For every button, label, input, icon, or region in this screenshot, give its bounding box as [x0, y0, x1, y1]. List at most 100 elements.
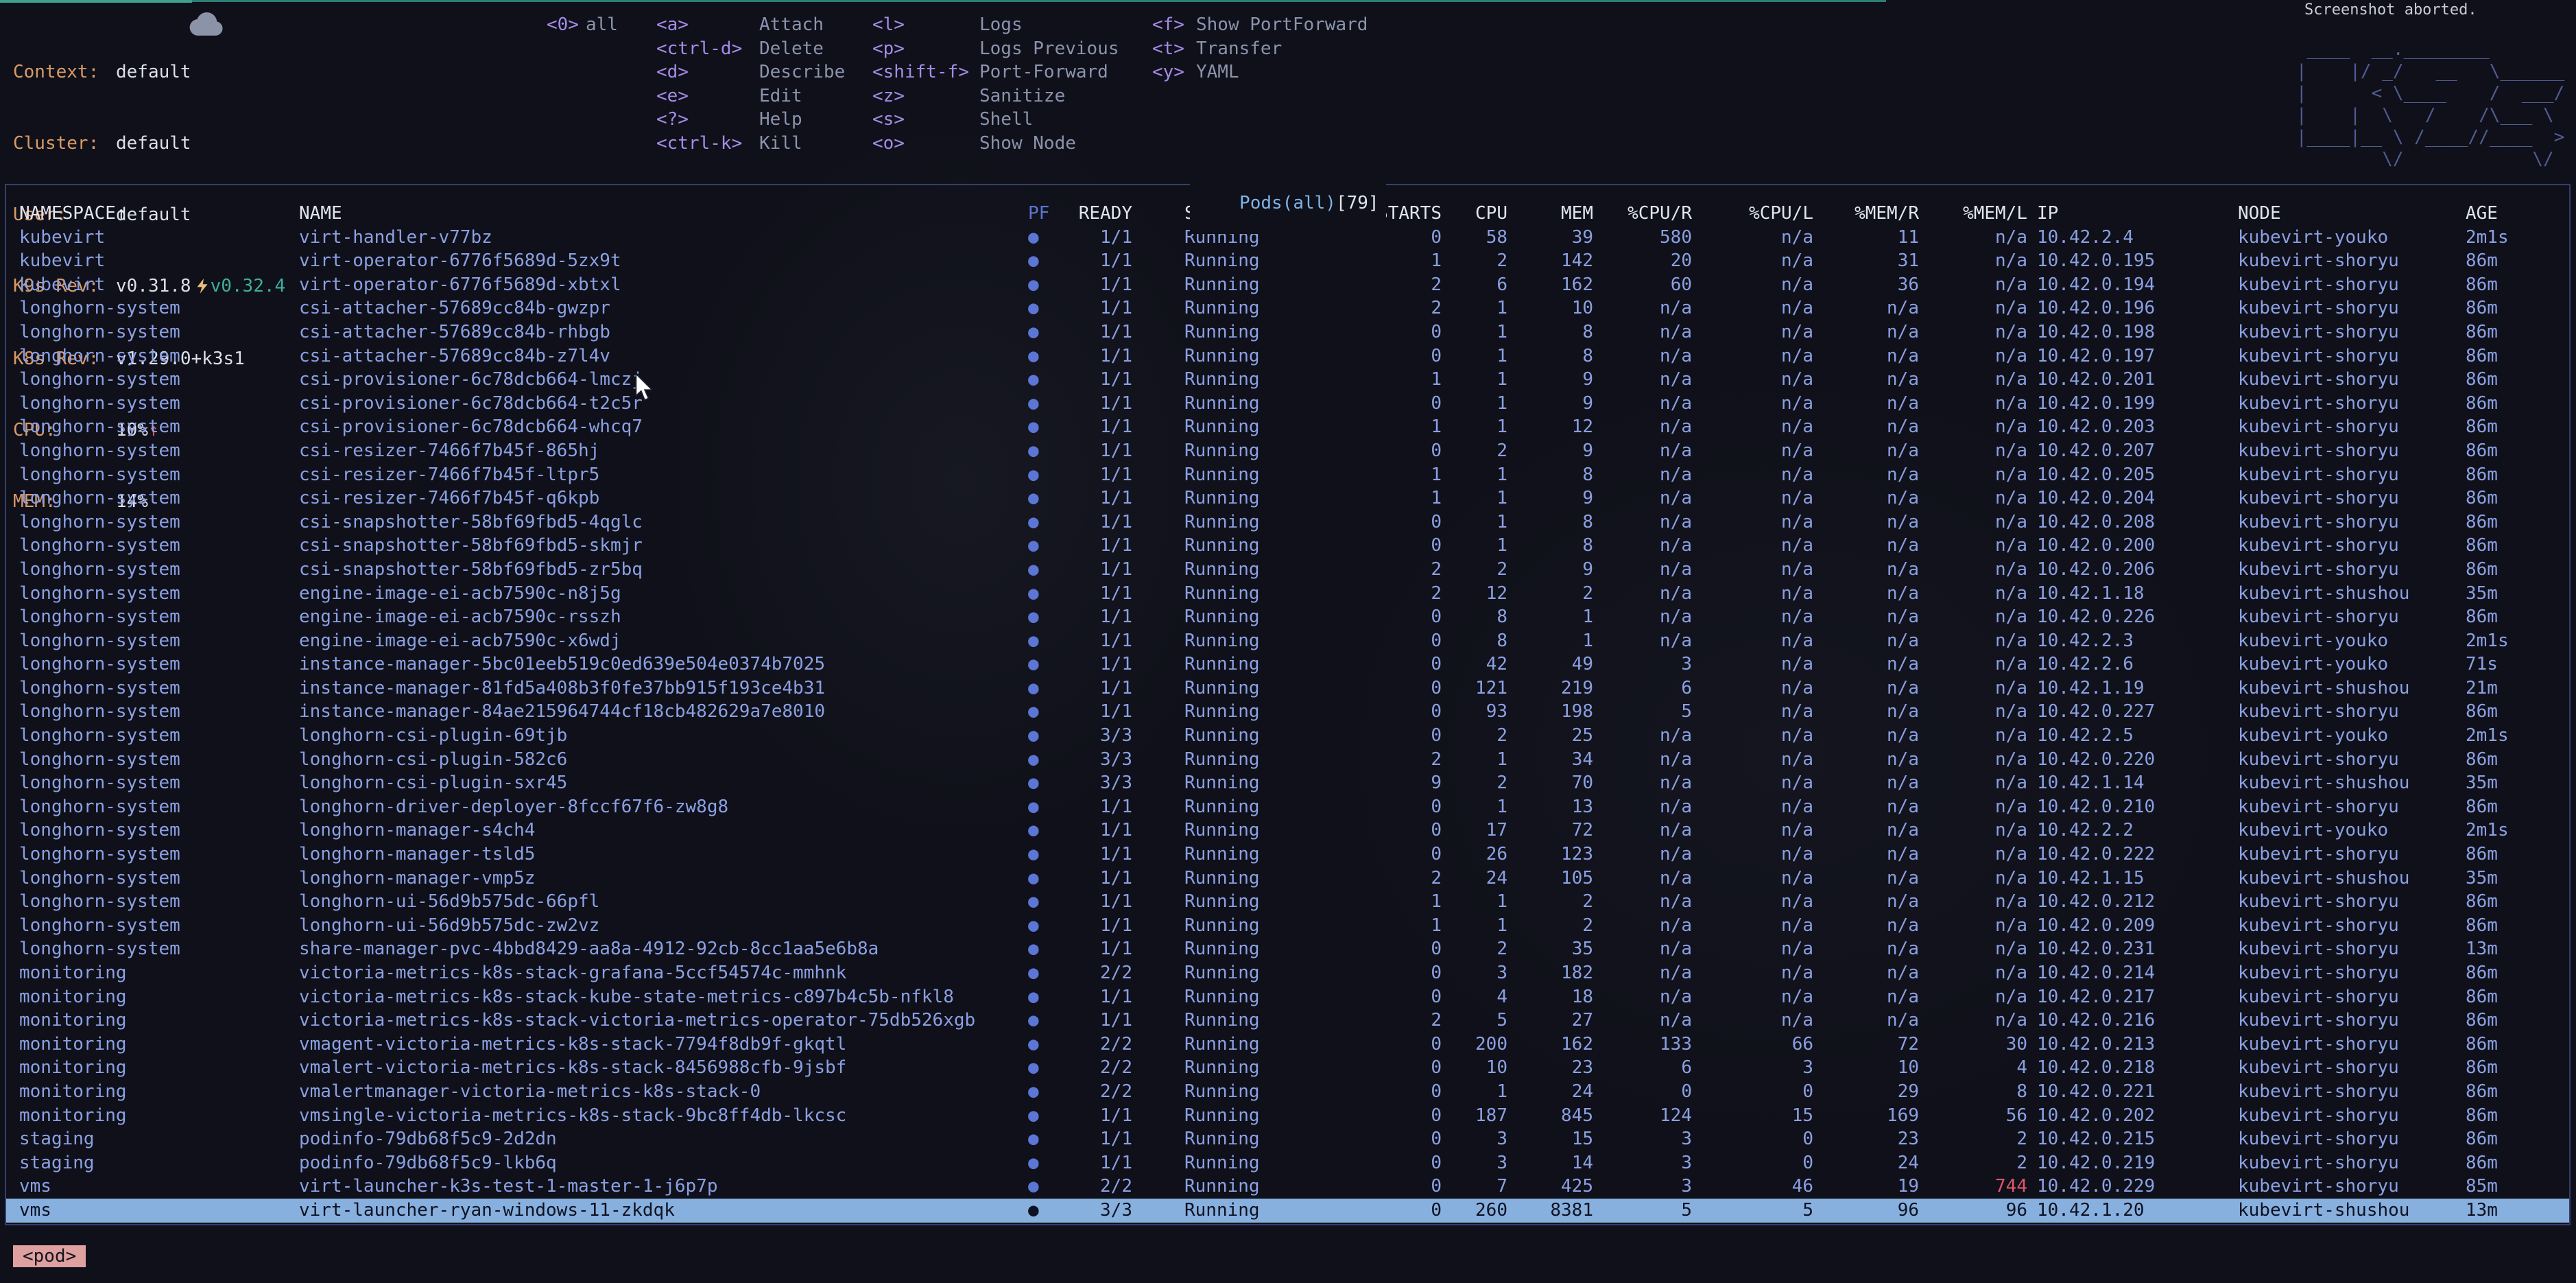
- table-row[interactable]: kubevirtvirt-operator-6776f5689d-xbtxl●1…: [6, 273, 2569, 297]
- pods-table-body: kubevirtvirt-handler-v77bz●1/1Running058…: [6, 226, 2569, 1223]
- column-header[interactable]: CPU: [1442, 202, 1507, 226]
- column-header[interactable]: NAMESPACE↑: [19, 202, 299, 226]
- table-cell: podinfo-79db68f5c9-2d2dn: [299, 1127, 1024, 1151]
- table-row[interactable]: longhorn-systemcsi-provisioner-6c78dcb66…: [6, 368, 2569, 392]
- table-row[interactable]: monitoringvictoria-metrics-k8s-stack-gra…: [6, 961, 2569, 985]
- column-header[interactable]: %CPU/R: [1593, 202, 1692, 226]
- table-cell: n/a: [1919, 249, 2027, 273]
- column-header[interactable]: READY: [1076, 202, 1142, 226]
- table-row[interactable]: longhorn-systemlonghorn-manager-s4ch4●1/…: [6, 819, 2569, 843]
- menu-item[interactable]: <?>Help: [656, 108, 845, 132]
- table-row[interactable]: longhorn-systemcsi-attacher-57689cc84b-r…: [6, 320, 2569, 344]
- table-cell: 0: [1296, 1151, 1442, 1175]
- table-cell: 10.42.0.195: [2027, 249, 2228, 273]
- table-cell: Running: [1142, 320, 1296, 344]
- menu-item[interactable]: <z>Sanitize: [872, 84, 1119, 108]
- table-row[interactable]: longhorn-systemcsi-provisioner-6c78dcb66…: [6, 392, 2569, 416]
- column-header[interactable]: AGE: [2456, 202, 2569, 226]
- menu-item[interactable]: <p>Logs Previous: [872, 37, 1119, 61]
- table-row[interactable]: longhorn-systemlonghorn-ui-56d9b575dc-zw…: [6, 914, 2569, 938]
- table-row[interactable]: longhorn-systemcsi-resizer-7466f7b45f-q6…: [6, 486, 2569, 510]
- table-row[interactable]: longhorn-systemlonghorn-manager-vmp5z●1/…: [6, 867, 2569, 891]
- menu-item[interactable]: <y>YAML: [1152, 60, 1368, 84]
- table-row[interactable]: monitoringvmagent-victoria-metrics-k8s-s…: [6, 1033, 2569, 1057]
- column-header[interactable]: %MEM/L: [1919, 202, 2027, 226]
- table-cell: 27: [1507, 1009, 1593, 1033]
- menu-item[interactable]: <t>Transfer: [1152, 37, 1368, 61]
- table-cell: 3: [1593, 652, 1692, 676]
- menu-item[interactable]: <ctrl-d>Delete: [656, 37, 845, 61]
- table-row[interactable]: monitoringvmsingle-victoria-metrics-k8s-…: [6, 1104, 2569, 1128]
- table-cell: 96: [1813, 1199, 1919, 1223]
- table-cell: 0: [1296, 724, 1442, 748]
- table-cell: 86m: [2456, 605, 2569, 629]
- table-row[interactable]: monitoringvmalertmanager-victoria-metric…: [6, 1080, 2569, 1104]
- ready-dot-icon: ●: [1024, 819, 1076, 843]
- table-row[interactable]: longhorn-systemlonghorn-csi-plugin-582c6…: [6, 748, 2569, 772]
- table-row[interactable]: longhorn-systemcsi-resizer-7466f7b45f-lt…: [6, 463, 2569, 487]
- table-cell: n/a: [1692, 795, 1813, 819]
- table-row[interactable]: monitoringvictoria-metrics-k8s-stack-vic…: [6, 1009, 2569, 1033]
- table-cell: 0: [1296, 320, 1442, 344]
- table-row[interactable]: longhorn-systemcsi-provisioner-6c78dcb66…: [6, 415, 2569, 439]
- table-row[interactable]: longhorn-systemshare-manager-pvc-4bbd842…: [6, 937, 2569, 961]
- table-cell: 10.42.0.229: [2027, 1175, 2228, 1199]
- table-cell: 2: [1296, 867, 1442, 891]
- table-cell: n/a: [1593, 605, 1692, 629]
- table-row[interactable]: longhorn-systemcsi-snapshotter-58bf69fbd…: [6, 510, 2569, 534]
- table-row[interactable]: longhorn-systemlonghorn-driver-deployer-…: [6, 795, 2569, 819]
- column-header[interactable]: %MEM/R: [1813, 202, 1919, 226]
- table-row[interactable]: monitoringvictoria-metrics-k8s-stack-kub…: [6, 985, 2569, 1009]
- column-header[interactable]: PF: [1024, 202, 1076, 226]
- menu-item[interactable]: <o>Show Node: [872, 132, 1119, 156]
- menu-item[interactable]: <ctrl-k>Kill: [656, 132, 845, 156]
- table-row[interactable]: longhorn-systemengine-image-ei-acb7590c-…: [6, 582, 2569, 606]
- ready-dot-icon: ●: [1024, 463, 1076, 487]
- menu-item[interactable]: <d>Describe: [656, 60, 845, 84]
- column-header[interactable]: IP: [2027, 202, 2228, 226]
- table-row[interactable]: longhorn-systemlonghorn-manager-tsld5●1/…: [6, 843, 2569, 867]
- table-cell: 1: [1442, 914, 1507, 938]
- table-row[interactable]: longhorn-systemlonghorn-csi-plugin-69tjb…: [6, 724, 2569, 748]
- table-row[interactable]: vmsvirt-launcher-k3s-test-1-master-1-j6p…: [6, 1175, 2569, 1199]
- table-row[interactable]: stagingpodinfo-79db68f5c9-lkb6q●1/1Runni…: [6, 1151, 2569, 1175]
- table-row[interactable]: longhorn-systemengine-image-ei-acb7590c-…: [6, 605, 2569, 629]
- table-cell: instance-manager-84ae215964744cf18cb4826…: [299, 700, 1024, 724]
- table-row[interactable]: monitoringvmalert-victoria-metrics-k8s-s…: [6, 1056, 2569, 1080]
- menu-item[interactable]: <e>Edit: [656, 84, 845, 108]
- table-row[interactable]: longhorn-systemengine-image-ei-acb7590c-…: [6, 629, 2569, 653]
- table-row[interactable]: longhorn-systemcsi-attacher-57689cc84b-g…: [6, 296, 2569, 320]
- menu-item[interactable]: <shift-f>Port-Forward: [872, 60, 1119, 84]
- table-row[interactable]: longhorn-systeminstance-manager-81fd5a40…: [6, 676, 2569, 701]
- menu-item[interactable]: <l>Logs: [872, 13, 1119, 37]
- hotkey-label: Port-Forward: [979, 62, 1108, 82]
- table-row[interactable]: vmsvirt-launcher-ryan-windows-11-zkdqk●3…: [6, 1199, 2569, 1223]
- breadcrumb-pod[interactable]: <pod>: [13, 1245, 86, 1267]
- table-row[interactable]: longhorn-systeminstance-manager-84ae2159…: [6, 700, 2569, 724]
- table-cell: Running: [1142, 392, 1296, 416]
- menu-item[interactable]: <a>Attach: [656, 13, 845, 37]
- menu-item[interactable]: <s>Shell: [872, 108, 1119, 132]
- table-row[interactable]: longhorn-systemcsi-snapshotter-58bf69fbd…: [6, 534, 2569, 558]
- menu-item[interactable]: <f>Show PortForward: [1152, 13, 1368, 37]
- table-row[interactable]: longhorn-systemlonghorn-csi-plugin-sxr45…: [6, 771, 2569, 795]
- menu-item[interactable]: <0>all: [547, 13, 618, 37]
- table-row[interactable]: stagingpodinfo-79db68f5c9-2d2dn●1/1Runni…: [6, 1127, 2569, 1151]
- table-row[interactable]: longhorn-systemcsi-snapshotter-58bf69fbd…: [6, 558, 2569, 582]
- table-row[interactable]: longhorn-systemcsi-resizer-7466f7b45f-86…: [6, 439, 2569, 463]
- column-header[interactable]: MEM: [1507, 202, 1593, 226]
- table-cell: n/a: [1692, 961, 1813, 985]
- table-row[interactable]: longhorn-systemcsi-attacher-57689cc84b-z…: [6, 344, 2569, 368]
- table-row[interactable]: longhorn-systeminstance-manager-5bc01eeb…: [6, 652, 2569, 676]
- table-cell: 2/2: [1076, 1056, 1142, 1080]
- table-cell: longhorn-system: [19, 320, 299, 344]
- table-row[interactable]: kubevirtvirt-operator-6776f5689d-5zx9t●1…: [6, 249, 2569, 273]
- table-cell: engine-image-ei-acb7590c-rsszh: [299, 605, 1024, 629]
- hotkeys-column-a: <0>all: [547, 13, 618, 37]
- table-cell: n/a: [1593, 439, 1692, 463]
- column-header[interactable]: NODE: [2228, 202, 2456, 226]
- table-row[interactable]: longhorn-systemlonghorn-ui-56d9b575dc-66…: [6, 890, 2569, 914]
- column-header[interactable]: NAME: [299, 202, 1024, 226]
- table-cell: instance-manager-5bc01eeb519c0ed639e504e…: [299, 652, 1024, 676]
- column-header[interactable]: %CPU/L: [1692, 202, 1813, 226]
